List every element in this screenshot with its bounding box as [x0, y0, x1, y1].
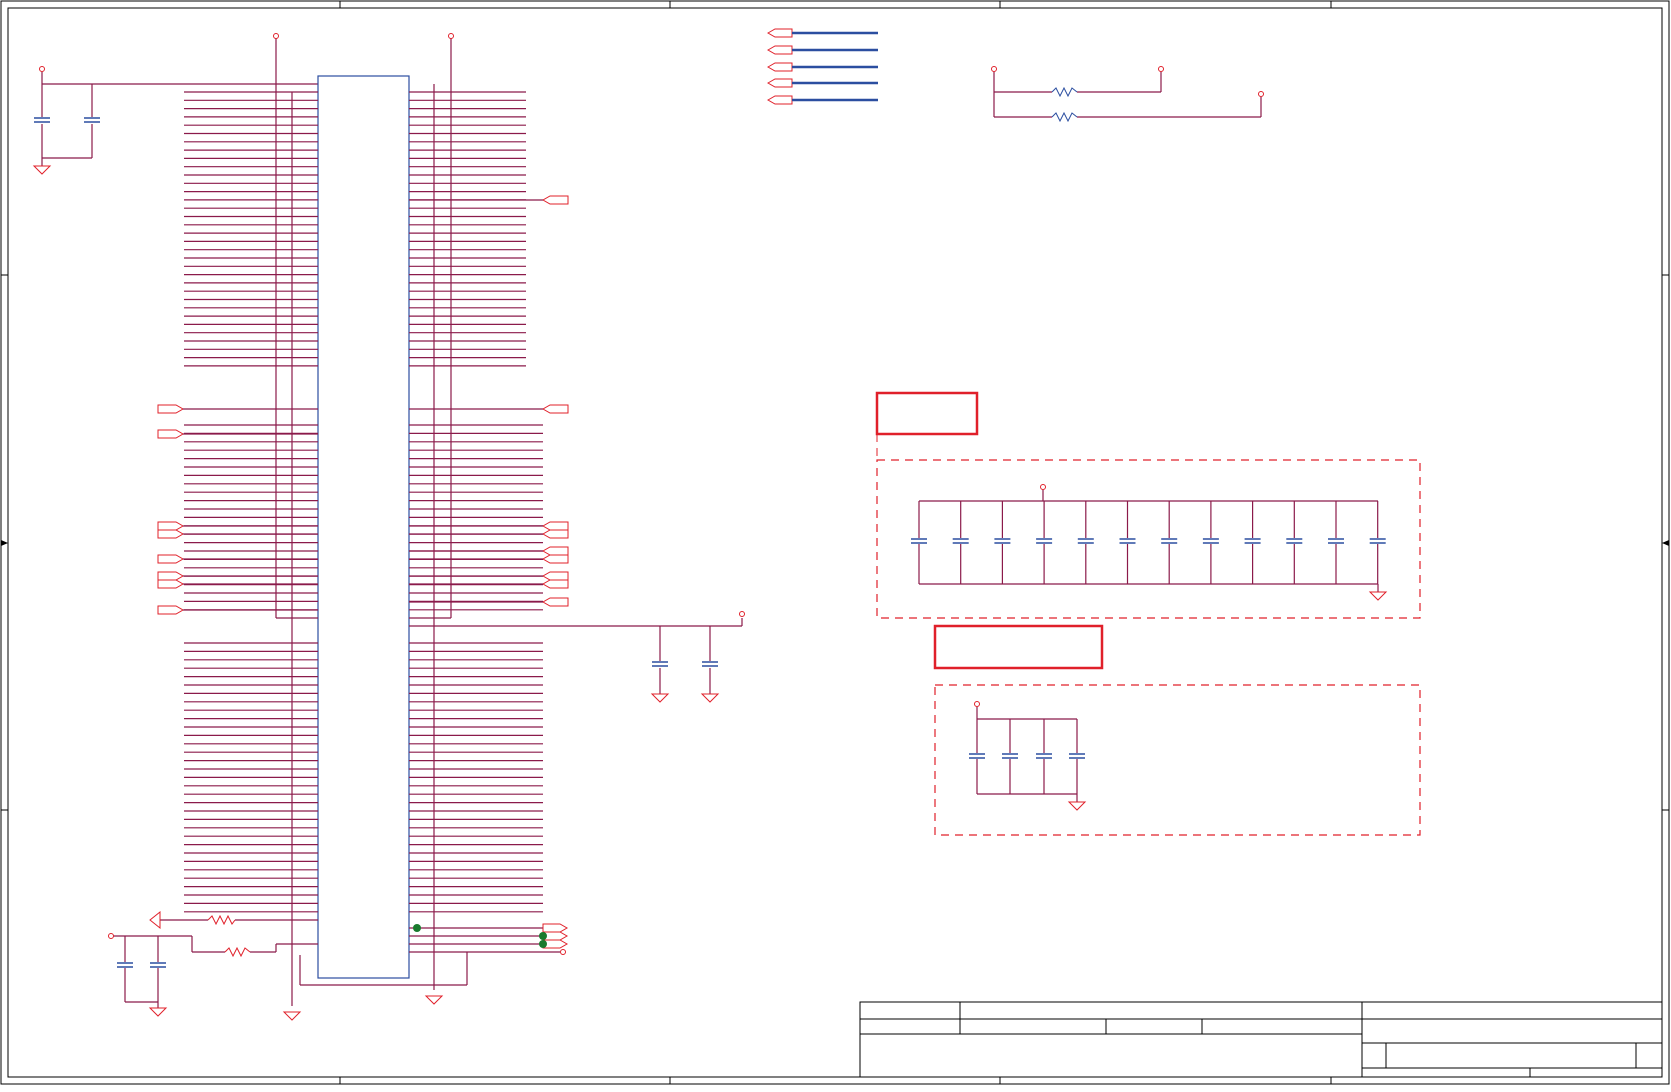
offpage-connector-icon [157, 554, 185, 564]
power-pin-icon [739, 611, 745, 617]
bus-port-icon [766, 78, 793, 88]
ic-left-pin-wires-lower [184, 642, 318, 913]
bus-connectors [766, 28, 878, 105]
resistor-icon [1051, 86, 1078, 98]
power-pin-icon [1258, 91, 1264, 97]
ground-icon [650, 693, 670, 703]
decoupling-cap-bank-1 [911, 500, 1386, 592]
off-page-connector-left-group [157, 404, 185, 615]
offpage-connector-icon [157, 521, 185, 531]
offpage-connector-icon [541, 521, 569, 531]
ic-left-pin-wires-upper [184, 91, 318, 367]
ic-output-caps [652, 661, 718, 667]
decoupling-group-2-region [934, 684, 1421, 836]
offpage-connector-icon [157, 429, 185, 439]
power-pin-icon [448, 33, 454, 39]
ground-icon [1067, 801, 1087, 811]
ground-icon [700, 693, 720, 703]
off-page-connector-right-group [541, 195, 569, 607]
ic-right-pin-wires-mid [409, 424, 543, 611]
resistor-icon [1051, 111, 1078, 123]
offpage-connector-icon [542, 923, 569, 933]
schematic-sheet [0, 0, 1671, 1087]
offpage-connector-icon [157, 605, 185, 615]
offpage-connector-icon [541, 597, 569, 607]
power-pin-icon [108, 933, 114, 939]
resistor-icon [207, 914, 236, 926]
power-pin-icon [991, 66, 997, 72]
bottom-right-connectors [409, 923, 569, 955]
power-pin-icon [1040, 484, 1046, 490]
offpage-connector-icon [541, 404, 569, 414]
main-ic-body [317, 75, 410, 979]
top-left-caps [34, 117, 100, 123]
junction-dot [539, 940, 547, 948]
offpage-connector-icon [157, 529, 185, 539]
offpage-connector-icon [541, 554, 569, 564]
junction-dot [413, 924, 421, 932]
ground-icon [1368, 591, 1388, 601]
pullup-resistors [993, 72, 1262, 118]
power-pin-icon [1158, 66, 1164, 72]
bottom-left-caps [117, 962, 166, 968]
annotation-box-1 [875, 391, 979, 436]
bus-port-icon [766, 28, 793, 38]
offpage-connector-icon [149, 910, 161, 930]
annotation-box-2 [933, 624, 1104, 670]
bus-port-icon [766, 95, 793, 105]
off-page-connector-right-wires [409, 199, 543, 603]
junction-dot [539, 932, 547, 940]
ground-icon [424, 995, 444, 1005]
offpage-connector-icon [541, 529, 569, 539]
bus-port-icon [766, 62, 793, 72]
ground-icon [32, 165, 52, 175]
offpage-connector-icon [157, 579, 185, 589]
schematic-canvas [0, 0, 1670, 1085]
offpage-connector-icon [157, 404, 185, 414]
ground-icon [282, 1011, 302, 1021]
ic-output-decoupling [409, 618, 743, 694]
bus-port-icon [766, 45, 793, 55]
title-block [859, 1001, 1663, 1078]
ic-right-pin-wires-lower [409, 642, 543, 913]
offpage-connector-icon [541, 579, 569, 589]
ground-icon [148, 1007, 168, 1017]
offpage-connector-icon [541, 571, 569, 581]
power-pin-icon [39, 66, 45, 72]
offpage-connector-icon [541, 546, 569, 556]
resistor-icon [224, 946, 251, 958]
power-pin-icon [273, 33, 279, 39]
ic-right-pin-wires-upper [409, 91, 526, 367]
power-pin-icon [560, 949, 566, 955]
decoupling-cap-bank-2 [969, 707, 1085, 802]
offpage-connector-icon [541, 195, 569, 205]
power-pin-icon [974, 701, 980, 707]
offpage-connector-icon [157, 571, 185, 581]
ic-left-pin-wires-mid [184, 424, 318, 611]
bottom-left-network [113, 919, 318, 1008]
